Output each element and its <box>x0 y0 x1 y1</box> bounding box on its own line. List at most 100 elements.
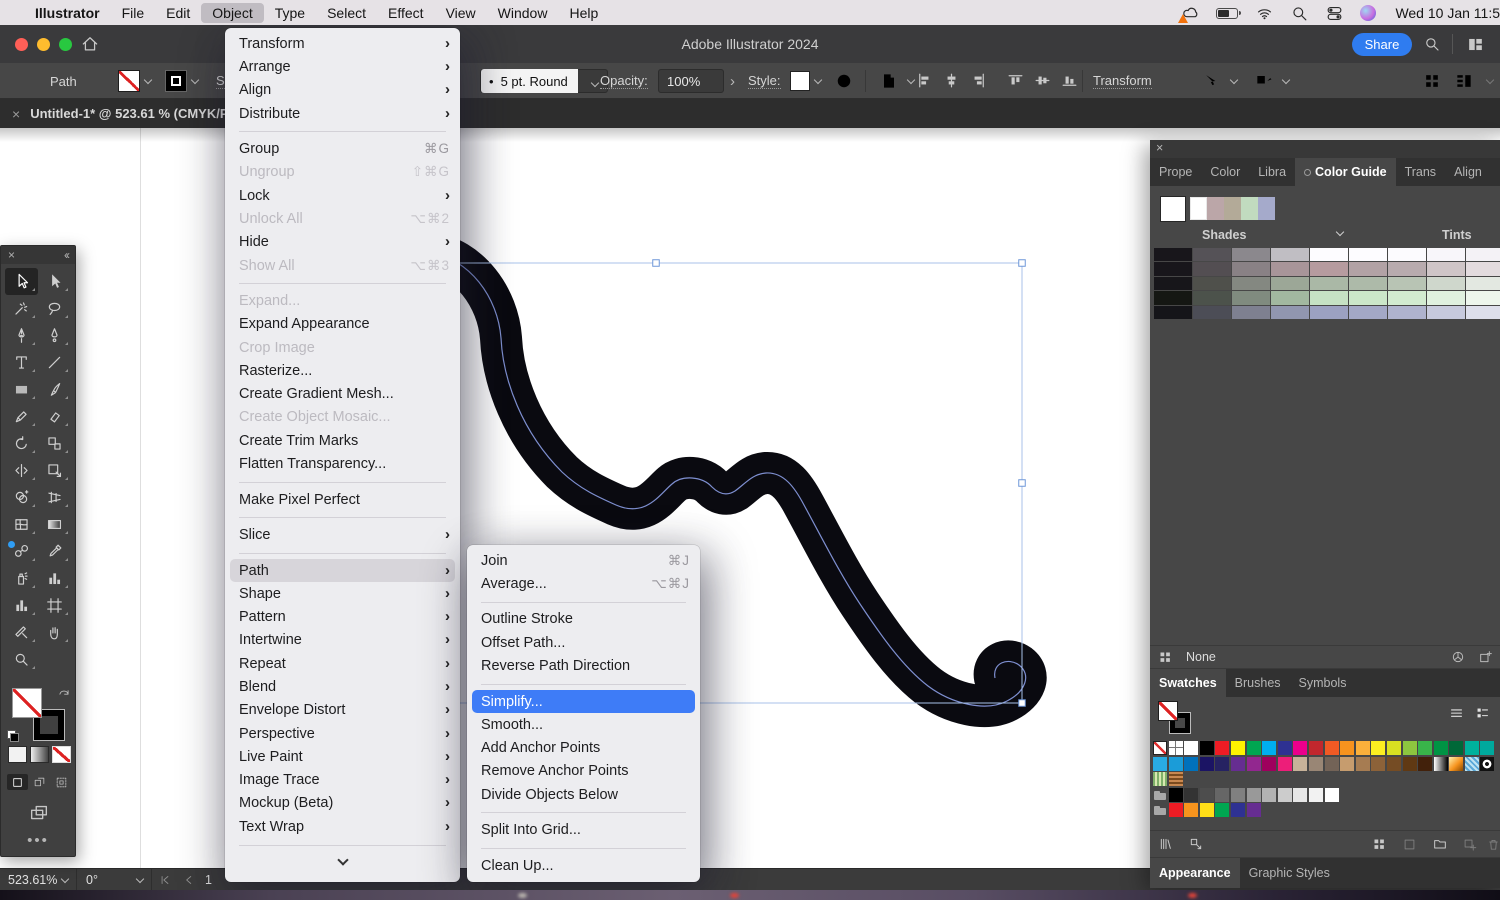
menu-scroll-down-icon[interactable] <box>225 851 460 874</box>
menu-item-rasterize[interactable]: Rasterize... <box>225 359 460 382</box>
thumbnail-view-icon[interactable] <box>1474 705 1491 722</box>
collapse-icon[interactable] <box>1482 63 1495 99</box>
menu-item-split-into-grid[interactable]: Split Into Grid... <box>467 819 700 842</box>
scale-tool[interactable] <box>38 430 71 457</box>
control-center-icon[interactable] <box>1325 4 1343 22</box>
menu-item-make-pixel-perfect[interactable]: Make Pixel Perfect <box>225 488 460 511</box>
close-panel-icon[interactable]: × <box>1156 141 1163 155</box>
panel-tab-libra[interactable]: Libra <box>1249 158 1295 186</box>
draw-normal-mode[interactable] <box>7 774 28 790</box>
guide-swatch[interactable] <box>1349 305 1387 319</box>
close-panel-icon[interactable]: × <box>8 248 15 262</box>
menu-item-average[interactable]: Average... ⌥⌘J <box>467 572 700 595</box>
guide-swatch[interactable] <box>1271 248 1309 262</box>
swatch-grad-bw[interactable] <box>1433 756 1448 771</box>
tab-appearance[interactable]: Appearance <box>1150 858 1240 888</box>
swatch[interactable] <box>1277 756 1292 771</box>
swatch[interactable] <box>1262 756 1277 771</box>
menubar-item-type[interactable]: Type <box>264 3 316 23</box>
guide-swatch[interactable] <box>1466 305 1500 319</box>
draw-inside-mode[interactable] <box>51 774 72 790</box>
workspace-switcher-icon[interactable] <box>1466 35 1485 54</box>
guide-swatch[interactable] <box>1349 276 1387 291</box>
direct-selection-tool[interactable] <box>38 268 71 295</box>
blend-tool[interactable] <box>5 538 38 565</box>
swatch[interactable] <box>1324 741 1339 755</box>
menu-item-repeat[interactable]: Repeat › <box>225 652 460 675</box>
edit-colors-icon[interactable] <box>1450 649 1466 665</box>
align-top-icon[interactable] <box>1006 71 1026 91</box>
guide-swatch[interactable] <box>1193 276 1231 291</box>
shape-builder-tool[interactable] <box>5 484 38 511</box>
harmony-swatch[interactable] <box>1224 197 1241 220</box>
menu-item-clean-up[interactable]: Clean Up... <box>467 854 700 877</box>
swatch[interactable] <box>1449 741 1464 755</box>
menu-item-create-gradient-mesh[interactable]: Create Gradient Mesh... <box>225 383 460 406</box>
guide-swatch[interactable] <box>1349 248 1387 262</box>
guide-swatch[interactable] <box>1154 276 1192 291</box>
swatch[interactable] <box>1308 741 1323 755</box>
panel-tab-color-guide[interactable]: Color Guide <box>1295 158 1396 186</box>
add-to-library-icon[interactable] <box>1188 836 1204 852</box>
fill-color-control[interactable] <box>12 688 42 718</box>
swatch[interactable] <box>1246 803 1261 817</box>
align-bottom-icon[interactable] <box>1060 71 1080 91</box>
swatch[interactable] <box>1355 756 1370 771</box>
menu-item-hide[interactable]: Hide › <box>225 231 460 254</box>
menubar-item-window[interactable]: Window <box>487 3 559 23</box>
swatch[interactable] <box>1371 741 1386 755</box>
collapse-panel-icon[interactable]: ‹‹ <box>64 248 70 262</box>
menu-item-show-all[interactable]: Show All ⌥⌘3 <box>225 254 460 277</box>
gradient-button[interactable] <box>30 746 49 763</box>
menubar-item-select[interactable]: Select <box>316 3 377 23</box>
selection-tool[interactable] <box>5 268 38 295</box>
menu-item-outline-stroke[interactable]: Outline Stroke <box>467 608 700 631</box>
menu-item-create-object-mosaic[interactable]: Create Object Mosaic... <box>225 406 460 429</box>
selection-handle[interactable] <box>1018 259 1026 267</box>
first-artboard-button[interactable] <box>158 869 172 891</box>
selection-handle[interactable] <box>1018 699 1026 707</box>
guide-swatch[interactable] <box>1232 248 1270 262</box>
eraser-tool[interactable] <box>38 403 71 430</box>
zoom-level-dropdown[interactable]: 523.61% <box>0 869 78 891</box>
swatch-reg[interactable] <box>1168 741 1183 755</box>
swatch[interactable] <box>1215 741 1230 755</box>
guide-swatch[interactable] <box>1427 276 1465 291</box>
perspective-grid-tool[interactable] <box>38 484 71 511</box>
document-tab-title[interactable]: Untitled-1* @ 523.61 % (CMYK/Prev <box>30 106 248 121</box>
panel-tab-trans[interactable]: Trans <box>1396 158 1446 186</box>
menu-item-divide-objects-below[interactable]: Divide Objects Below <box>467 783 700 806</box>
menubar-item-edit[interactable]: Edit <box>155 3 201 23</box>
brush-definition-dropdown[interactable]: • 5 pt. Round <box>480 63 608 99</box>
swatch[interactable] <box>1340 756 1355 771</box>
swatch[interactable] <box>1480 741 1495 755</box>
none-button[interactable] <box>52 746 71 763</box>
swatch[interactable] <box>1324 756 1339 771</box>
guide-swatch[interactable] <box>1154 262 1192 276</box>
style-link[interactable]: Style: <box>748 73 781 89</box>
edit-toolbar-icon[interactable]: ••• <box>1 832 75 849</box>
swatch-pat-blue[interactable] <box>1464 756 1479 771</box>
menubar-item-object[interactable]: Object <box>201 2 264 23</box>
default-fill-stroke-icon[interactable] <box>7 730 19 742</box>
swatch[interactable] <box>1184 756 1199 771</box>
guide-swatch[interactable] <box>1310 248 1348 262</box>
magic-wand-tool[interactable] <box>5 295 38 322</box>
swatch[interactable] <box>1433 741 1448 755</box>
tab-brushes[interactable]: Brushes <box>1226 669 1290 697</box>
slice-tool[interactable] <box>5 619 38 646</box>
swatch-pat-green[interactable] <box>1153 772 1167 786</box>
menu-item-create-trim-marks[interactable]: Create Trim Marks <box>225 429 460 452</box>
menu-item-pattern[interactable]: Pattern › <box>225 605 460 628</box>
creative-cloud-icon[interactable] <box>1178 4 1199 23</box>
paintbrush-tool[interactable] <box>38 376 71 403</box>
list-view-icon[interactable] <box>1448 705 1465 722</box>
align-left-icon[interactable] <box>915 71 935 91</box>
swatch[interactable] <box>1262 787 1277 802</box>
line-segment-tool[interactable] <box>38 349 71 376</box>
guide-swatch[interactable] <box>1232 291 1270 305</box>
guide-swatch[interactable] <box>1388 276 1426 291</box>
menu-item-blend[interactable]: Blend › <box>225 675 460 698</box>
menu-item-live-paint[interactable]: Live Paint › <box>225 745 460 768</box>
menu-item-expand[interactable]: Expand... <box>225 289 460 312</box>
